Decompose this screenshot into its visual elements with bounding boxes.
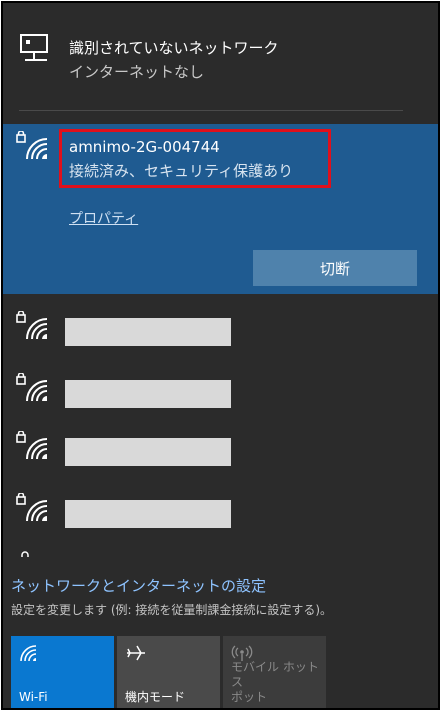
network-list-item[interactable] [3,417,438,477]
wifi-icon [20,645,37,662]
wifi-tile-label: Wi-Fi [19,690,48,704]
airplane-mode-tile[interactable]: 機内モード [117,636,220,708]
properties-link[interactable]: プロパティ [69,208,138,228]
wifi-secured-icon [16,131,48,160]
network-list-item[interactable] [3,297,438,357]
network-flyout: 識別されていないネットワーク インターネットなし amnimo-2G-00474… [1,1,440,710]
redacted-network-name [65,318,231,346]
wifi-secured-icon [16,493,48,522]
hotspot-label-line2: ポット [231,690,268,704]
divider [19,110,403,111]
connected-network[interactable]: amnimo-2G-004744 接続済み、セキュリティ保護あり プロパティ 切… [3,124,438,294]
annotation-highlight-box [59,129,331,188]
airplane-icon [127,645,145,661]
mobile-hotspot-tile[interactable]: モバイル ホットス ポット [223,636,326,708]
wifi-secured-icon [16,373,48,402]
redacted-network-name [65,438,231,466]
ethernet-status: インターネットなし [69,63,205,81]
hotspot-label-line1: モバイル ホットス [231,660,319,689]
ethernet-title: 識別されていないネットワーク [69,39,279,57]
ethernet-connection[interactable]: 識別されていないネットワーク インターネットなし [3,3,438,123]
network-list-item[interactable] [3,359,438,419]
wifi-secured-icon [16,431,48,460]
wifi-toggle-tile[interactable]: Wi-Fi [11,636,114,708]
redacted-network-name [65,500,231,528]
network-list-item[interactable] [3,479,438,539]
lock-icon [21,551,29,557]
hotspot-tile-label: モバイル ホットス ポット [231,660,326,705]
network-settings-description: 設定を変更します (例: 接続を従量制課金接続に設定する)。 [11,603,333,617]
redacted-network-name [65,380,231,408]
airplane-tile-label: 機内モード [125,690,186,704]
ethernet-icon [20,34,48,61]
wifi-secured-icon [16,311,48,340]
disconnect-button[interactable]: 切断 [253,250,417,286]
network-settings-link[interactable]: ネットワークとインターネットの設定 [11,575,266,596]
